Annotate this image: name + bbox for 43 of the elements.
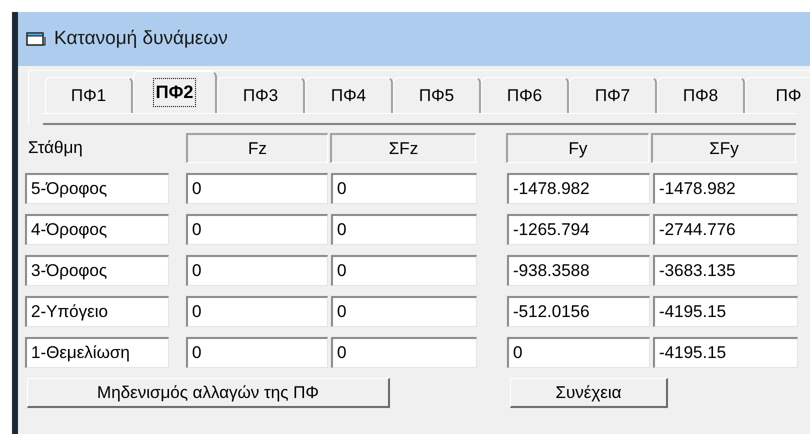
window-title: Κατανομή δυνάμεων (54, 26, 228, 51)
value-field[interactable]: -3683.135 (653, 255, 798, 286)
reset-changes-button[interactable]: Μηδενισμός αλλαγών της ΠΦ (27, 378, 390, 408)
column-header: Fy (506, 133, 649, 163)
tab[interactable]: ΠΦ5 (393, 77, 481, 113)
tab[interactable]: ΠΦ (745, 77, 810, 113)
value-field[interactable]: -4195.15 (653, 296, 798, 327)
value-field[interactable]: 0 (186, 296, 328, 327)
value-field[interactable]: -1265.794 (507, 214, 650, 245)
value-field[interactable]: -4195.15 (653, 337, 798, 368)
level-field[interactable]: 5-Όροφος (25, 173, 169, 204)
tab[interactable]: ΠΦ6 (481, 77, 569, 113)
tab[interactable]: ΠΦ3 (217, 77, 305, 113)
column-header: ΣFy (651, 133, 796, 163)
value-field[interactable]: -512.0156 (507, 296, 650, 327)
continue-button[interactable]: Συνέχεια (510, 378, 668, 408)
value-field[interactable]: 0 (331, 337, 477, 368)
value-field[interactable]: -2744.776 (653, 214, 798, 245)
tab[interactable]: ΠΦ7 (569, 77, 657, 113)
value-field[interactable]: 0 (507, 337, 650, 368)
column-header: Στάθμη (28, 137, 84, 160)
tab[interactable]: ΠΦ8 (657, 77, 745, 113)
value-field[interactable]: 0 (186, 255, 328, 286)
value-field[interactable]: -1478.982 (653, 173, 798, 204)
value-field[interactable]: 0 (331, 255, 477, 286)
level-field[interactable]: 1-Θεμελίωση (25, 337, 169, 368)
column-header: Fz (186, 133, 328, 163)
column-header: ΣFz (330, 133, 476, 163)
value-field[interactable]: -1478.982 (507, 173, 650, 204)
tab[interactable]: ΠΦ4 (305, 77, 393, 113)
value-field[interactable]: 0 (331, 296, 477, 327)
value-field[interactable]: 0 (186, 337, 328, 368)
level-field[interactable]: 4-Όροφος (25, 214, 169, 245)
window-icon (26, 31, 46, 47)
value-field[interactable]: 0 (186, 214, 328, 245)
level-field[interactable]: 2-Υπόγειο (25, 296, 169, 327)
value-field[interactable]: 0 (331, 173, 477, 204)
value-field[interactable]: -938.3588 (507, 255, 650, 286)
tab[interactable]: ΠΦ1 (45, 77, 133, 113)
level-field[interactable]: 3-Όροφος (25, 255, 169, 286)
value-field[interactable]: 0 (186, 173, 328, 204)
tab[interactable]: ΠΦ2 (133, 71, 217, 113)
value-field[interactable]: 0 (331, 214, 477, 245)
